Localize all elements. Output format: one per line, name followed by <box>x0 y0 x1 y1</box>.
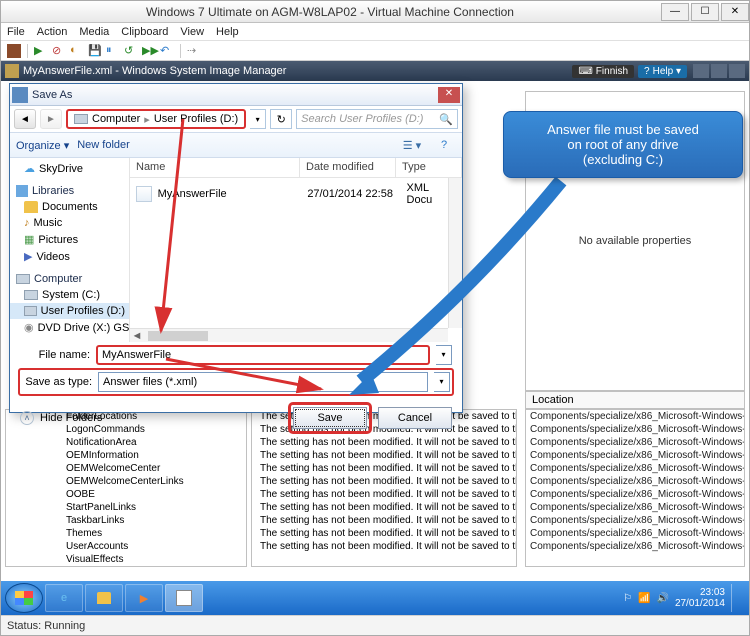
path-dropdown[interactable]: ▾ <box>250 109 266 129</box>
wsim-title: MyAnswerFile.xml - Windows System Image … <box>23 65 286 77</box>
wsim-content: No available properties Location Compone… <box>1 81 749 569</box>
forward-button[interactable]: ► <box>40 109 62 129</box>
saveas-title: Save As <box>32 89 438 101</box>
back-button[interactable]: ◄ <box>14 109 36 129</box>
vm-status-text: Status: Running <box>7 620 85 632</box>
taskbar-mediaplayer[interactable]: ▶ <box>125 584 163 612</box>
close-button[interactable]: ✕ <box>721 3 749 21</box>
app-icon <box>5 64 19 78</box>
cancel-button[interactable]: Cancel <box>378 407 452 429</box>
vm-menubar: File Action Media Clipboard View Help <box>1 23 749 41</box>
checkpoint-icon[interactable]: ▶▶ <box>142 44 156 58</box>
file-list-header[interactable]: Name Date modified Type <box>130 158 462 178</box>
taskbar: e ▶ ⚐ 📶 🔊 23:03 27/01/2014 <box>1 581 749 615</box>
save-as-dialog: Save As ✕ ◄ ► Computer▸ User Profiles (D… <box>9 83 463 413</box>
menu-action[interactable]: Action <box>37 26 68 38</box>
computer-icon <box>74 114 88 124</box>
new-folder-button[interactable]: New folder <box>77 139 130 151</box>
save-icon[interactable]: 💾 <box>88 44 102 58</box>
savetype-input[interactable] <box>98 372 428 392</box>
tray-sound-icon[interactable]: 🔊 <box>656 593 668 604</box>
vm-title: Windows 7 Ultimate on AGM-W8LAP02 - Virt… <box>1 5 659 19</box>
start-icon[interactable]: ▶ <box>34 44 48 58</box>
search-icon: 🔍 <box>439 113 453 126</box>
filename-label: File name: <box>20 349 90 361</box>
help-button[interactable]: ? <box>432 136 456 154</box>
vm-statusbar: Status: Running <box>1 615 749 635</box>
horizontal-scrollbar[interactable]: ◄ <box>130 328 448 342</box>
menu-clipboard[interactable]: Clipboard <box>121 26 168 38</box>
system-tray[interactable]: ⚐ 📶 🔊 23:03 27/01/2014 <box>623 584 745 612</box>
shutdown-icon[interactable]: ◐ <box>70 44 84 58</box>
savetype-dropdown[interactable]: ▾ <box>434 372 450 392</box>
search-input[interactable]: Search User Profiles (D:) 🔍 <box>296 109 458 129</box>
no-properties-text: No available properties <box>579 235 692 247</box>
save-button[interactable]: Save <box>293 407 367 429</box>
filename-dropdown[interactable]: ▾ <box>436 345 452 365</box>
vm-titlebar: Windows 7 Ultimate on AGM-W8LAP02 - Virt… <box>1 1 749 23</box>
organize-menu[interactable]: Organize ▾ <box>16 139 69 152</box>
menu-view[interactable]: View <box>180 26 204 38</box>
annotation-callout: Answer file must be saved on root of any… <box>503 111 743 178</box>
ctrl-alt-del-icon[interactable] <box>7 44 21 58</box>
filename-input[interactable] <box>96 345 430 365</box>
saveas-icon <box>12 87 28 103</box>
wsim-titlebar: MyAnswerFile.xml - Windows System Image … <box>1 61 749 81</box>
menu-media[interactable]: Media <box>79 26 109 38</box>
wsim-close[interactable] <box>729 64 745 78</box>
start-button[interactable] <box>5 583 43 613</box>
view-button[interactable]: ☰ ▾ <box>400 136 424 154</box>
turnoff-icon[interactable]: ⊘ <box>52 44 66 58</box>
hide-folders-icon[interactable]: ˄ <box>20 411 34 425</box>
tray-date: 27/01/2014 <box>675 598 725 609</box>
menu-help[interactable]: Help <box>216 26 239 38</box>
xml-file-icon <box>136 186 152 202</box>
pause-icon[interactable]: ⏸ <box>106 44 120 58</box>
breadcrumb[interactable]: Computer▸ User Profiles (D:) <box>66 109 246 129</box>
help-badge[interactable]: ?Help ▾ <box>638 65 687 78</box>
share-icon[interactable]: ⇢ <box>187 44 201 58</box>
lang-badge[interactable]: ⌨Finnish <box>572 65 634 78</box>
component-list: Components/specialize/x86_Microsoft-Wind… <box>525 409 745 567</box>
taskbar-wsim[interactable] <box>165 584 203 612</box>
saveas-close-button[interactable]: ✕ <box>438 87 460 103</box>
maximize-button[interactable]: ☐ <box>691 3 719 21</box>
vertical-scrollbar[interactable] <box>448 178 462 328</box>
minimize-button[interactable]: — <box>661 3 689 21</box>
windows-logo-icon <box>15 591 33 605</box>
folder-tree[interactable]: ☁SkyDrive Libraries Documents ♪Music ▦Pi… <box>10 158 130 342</box>
taskbar-explorer[interactable] <box>85 584 123 612</box>
tray-time: 23:03 <box>675 587 725 598</box>
hide-folders-button[interactable]: Hide Folders <box>40 412 102 424</box>
show-desktop-button[interactable] <box>731 584 739 612</box>
refresh-button[interactable]: ↻ <box>270 109 292 129</box>
taskbar-ie[interactable]: e <box>45 584 83 612</box>
tray-network-icon[interactable]: 📶 <box>638 593 650 604</box>
file-row[interactable]: MyAnswerFile 27/01/2014 22:58 XML Docu <box>130 178 462 210</box>
savetype-label: Save as type: <box>22 376 92 388</box>
revert-icon[interactable]: ↶ <box>160 44 174 58</box>
wsim-minimize[interactable] <box>693 64 709 78</box>
reset-icon[interactable]: ↺ <box>124 44 138 58</box>
tray-flag-icon[interactable]: ⚐ <box>623 593 632 604</box>
wsim-maximize[interactable] <box>711 64 727 78</box>
menu-file[interactable]: File <box>7 26 25 38</box>
location-header: Location <box>525 391 745 409</box>
vm-toolbar: ▶ ⊘ ◐ 💾 ⏸ ↺ ▶▶ ↶ ⇢ <box>1 41 749 61</box>
